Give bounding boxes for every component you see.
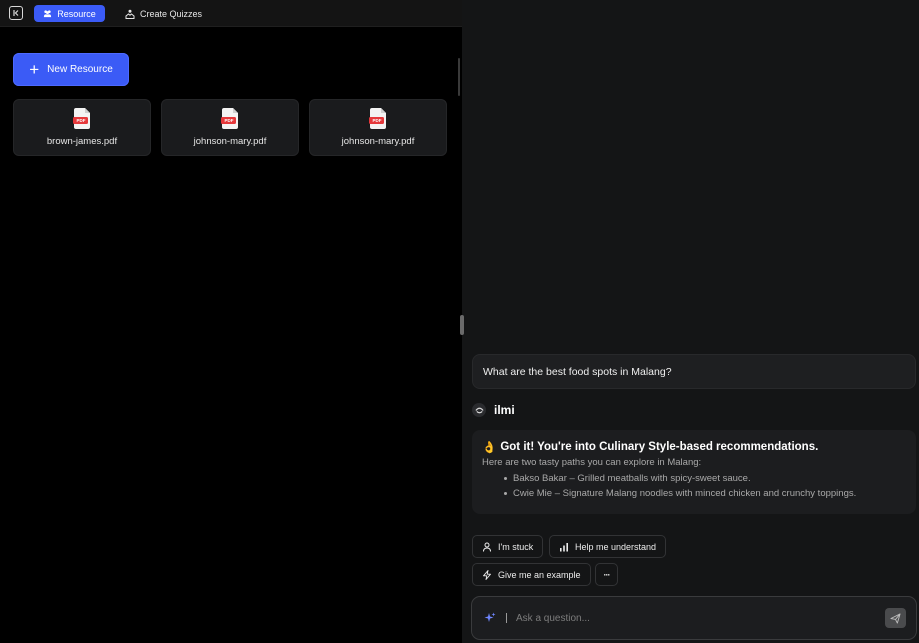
help-me-understand-label: Help me understand (575, 541, 657, 552)
pdf-file-icon: PDF (369, 108, 387, 129)
quiz-icon (125, 9, 135, 19)
pdf-badge: PDF (224, 118, 234, 123)
user-message-text: What are the best food spots in Malang? (483, 365, 672, 378)
pdf-badge: PDF (76, 118, 86, 123)
new-resource-button[interactable]: + New Resource (13, 53, 129, 86)
list-item: Cwie Mie – Signature Malang noodles with… (504, 486, 906, 501)
sparkle-icon (484, 612, 496, 622)
give-me-example-label: Give me an example (498, 569, 581, 580)
bot-reply-title-text: Got it! You're into Culinary Style-based… (500, 441, 819, 453)
send-button[interactable] (885, 608, 906, 628)
file-name: johnson-mary.pdf (341, 136, 415, 147)
file-card-johnson-mary[interactable]: PDF johnson-mary.pdf (161, 99, 299, 156)
bot-reply-subtitle: Here are two tasty paths you can explore… (482, 457, 702, 468)
collapse-sidebar-button[interactable] (9, 6, 23, 20)
tab-resource[interactable]: Resource (34, 5, 105, 22)
im-stuck-button[interactable]: I'm stuck (472, 535, 544, 558)
give-me-example-button[interactable]: Give me an example (472, 563, 591, 586)
file-card-brown-james[interactable]: PDF brown-james.pdf (13, 99, 151, 156)
file-card-johnson-mary-2[interactable]: PDF johnson-mary.pdf (309, 99, 447, 156)
bot-reply-list: Bakso Bakar – Grilled meatballs with spi… (482, 471, 906, 501)
tab-create-quizzes-label: Create Quizzes (140, 8, 203, 19)
users-icon (44, 10, 52, 18)
user-message-bubble: What are the best food spots in Malang? (472, 354, 916, 389)
ok-hand-icon: 👌 (482, 442, 497, 454)
bot-avatar-icon (472, 403, 486, 417)
send-icon (890, 612, 901, 624)
new-resource-label: New Resource (47, 64, 113, 75)
file-name: johnson-mary.pdf (193, 136, 267, 147)
chat-input-bar (471, 596, 917, 640)
im-stuck-label: I'm stuck (498, 541, 534, 552)
bot-header: ilmi (472, 403, 515, 417)
tab-create-quizzes[interactable]: Create Quizzes (125, 5, 202, 22)
more-icon: ··· (603, 569, 611, 580)
lightning-icon (483, 569, 491, 580)
person-icon (483, 542, 491, 552)
pdf-badge: PDF (372, 118, 382, 123)
pdf-file-icon: PDF (221, 108, 239, 129)
tab-resource-label: Resource (57, 8, 96, 19)
bot-reply-title: 👌 Got it! You're into Culinary Style-bas… (482, 440, 906, 454)
pane-resize-handle[interactable] (460, 315, 464, 335)
file-name: brown-james.pdf (46, 136, 118, 147)
bar-chart-icon (560, 542, 568, 551)
list-item: Bakso Bakar – Grilled meatballs with spi… (504, 471, 906, 486)
top-bar: Resource Create Quizzes (0, 0, 462, 27)
bot-message-bubble: 👌 Got it! You're into Culinary Style-bas… (472, 430, 916, 514)
plus-icon: + (29, 60, 40, 79)
text-caret (506, 613, 507, 623)
pdf-file-icon: PDF (73, 108, 91, 129)
bot-name: ilmi (494, 403, 515, 417)
more-options-button[interactable]: ··· (595, 563, 618, 586)
resource-pane: Resource Create Quizzes + New Resource P… (0, 0, 462, 643)
help-me-understand-button[interactable]: Help me understand (549, 535, 667, 558)
ask-question-input[interactable] (516, 609, 876, 627)
collapse-icon (13, 10, 19, 16)
scrollbar-thumb[interactable] (458, 58, 460, 96)
